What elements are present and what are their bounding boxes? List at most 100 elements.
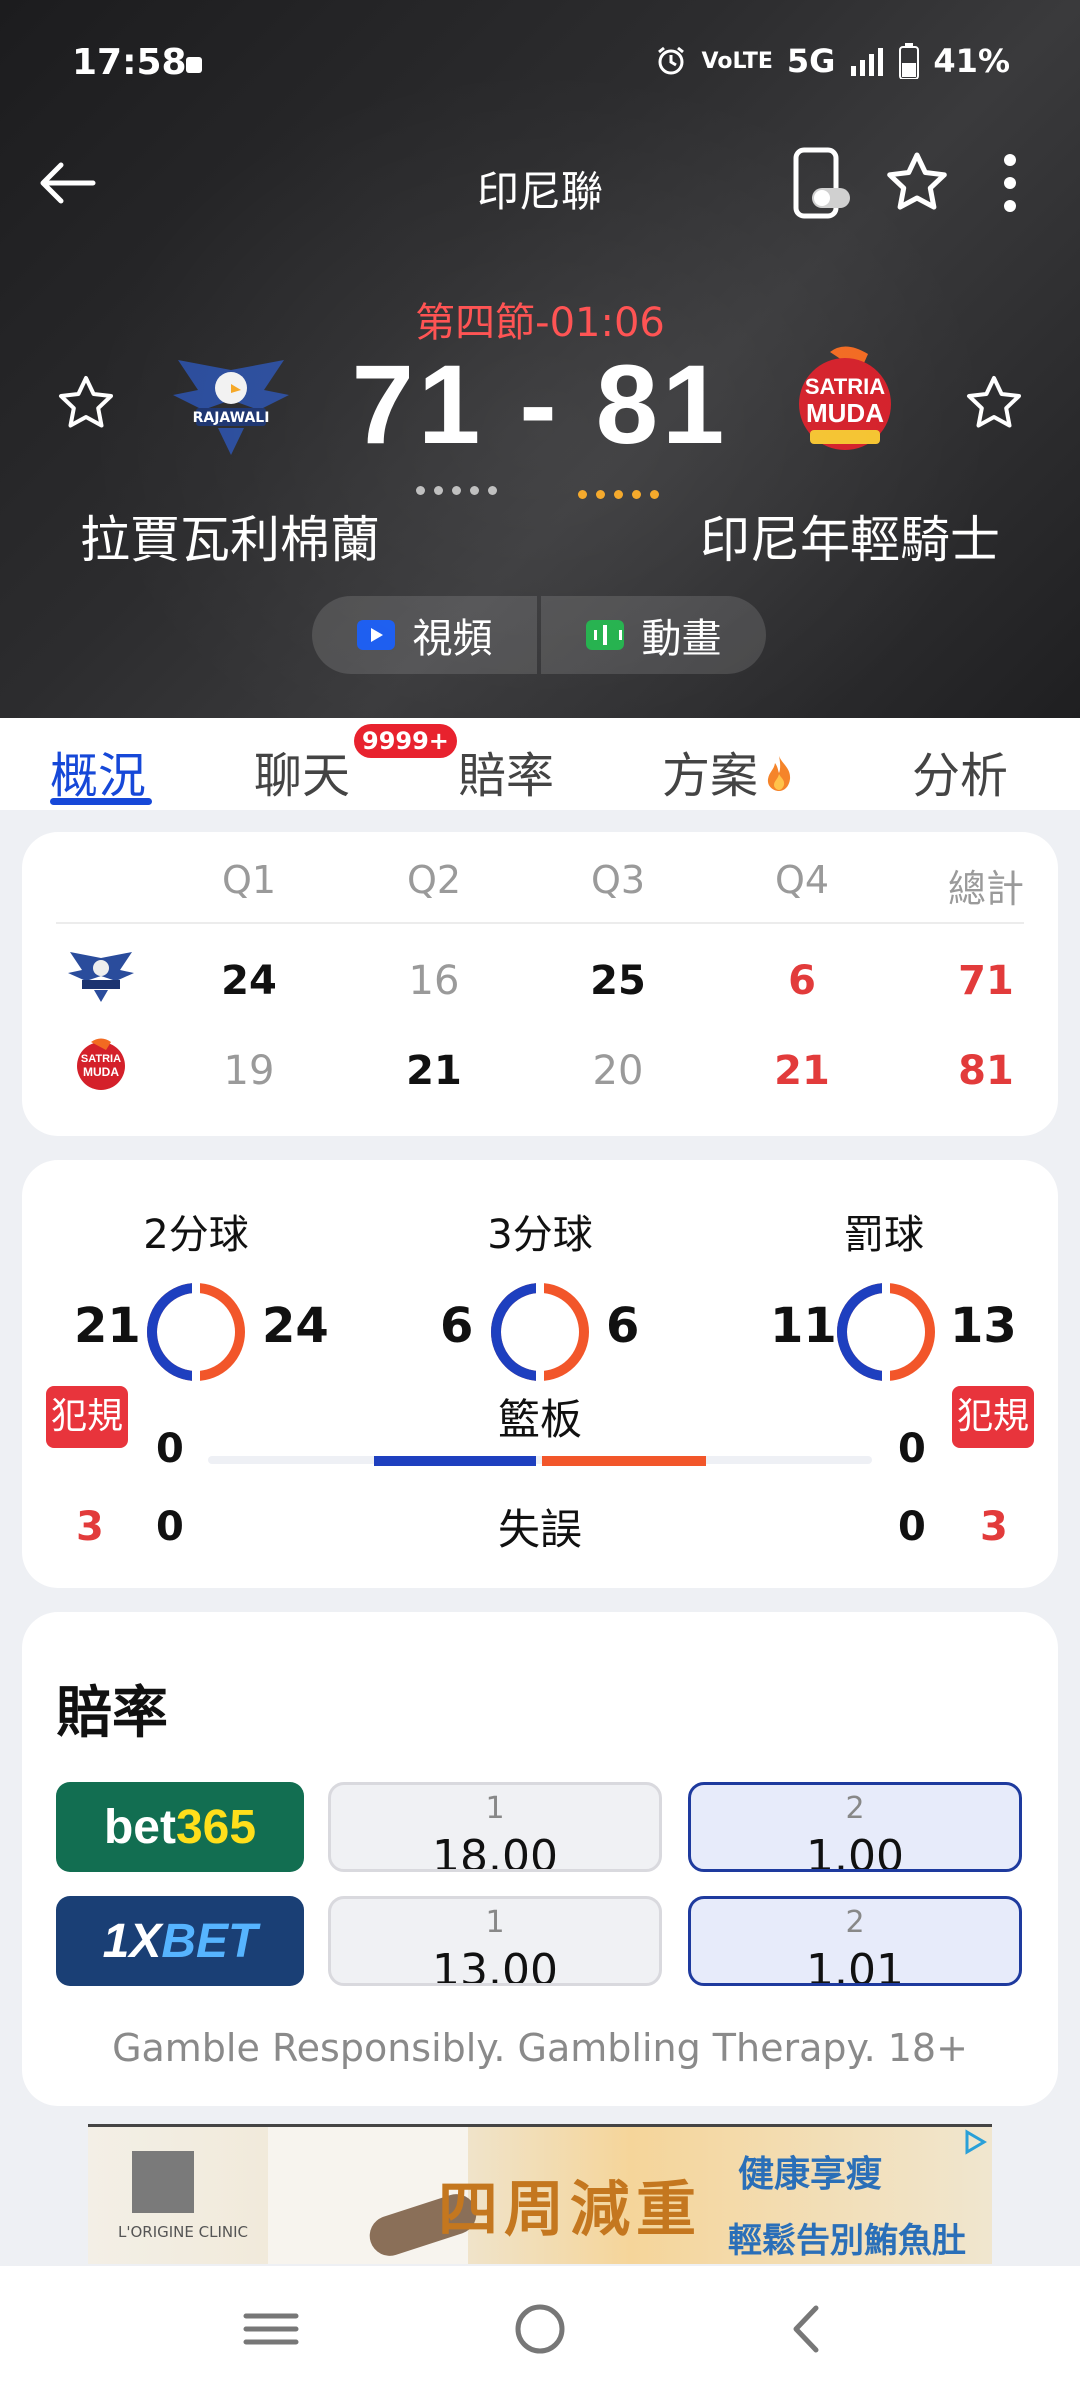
bet365-wordmark: bet365 <box>103 1800 257 1854</box>
home-total: 71 <box>958 958 1014 1004</box>
away-team-star-icon[interactable] <box>964 374 1024 434</box>
away-turnovers: 0 <box>898 1504 926 1550</box>
bet365-away-odds[interactable]: 2 1.00 <box>688 1782 1022 1872</box>
home-q3: 25 <box>590 958 646 1004</box>
media-buttons: 視頻 動畫 <box>312 596 766 674</box>
phone-toggle-icon[interactable] <box>792 146 852 220</box>
free-throw-home: 11 <box>770 1298 837 1354</box>
more-menu-icon[interactable] <box>990 150 1030 216</box>
tab-plans-label: 方案 <box>662 748 759 804</box>
free-throw-ring <box>837 1282 935 1382</box>
odds-value: 13.00 <box>432 1945 558 1986</box>
1xbet-logo[interactable]: 1XBET <box>56 1896 304 1986</box>
header-q2: Q2 <box>406 858 462 902</box>
status-bar: 17:58 VoLTE 5G 41% <box>0 0 1080 130</box>
home-q4: 6 <box>788 958 816 1004</box>
rebound-away-bar <box>542 1456 706 1466</box>
tab-odds[interactable]: 賠率 <box>458 736 554 806</box>
svg-text:RAJAWALI: RAJAWALI <box>193 410 270 426</box>
animation-button[interactable]: 動畫 <box>541 596 766 674</box>
status-time: 17:58 <box>72 42 187 83</box>
1xbet-wordmark: 1XBET <box>102 1914 258 1968</box>
three-point-home: 6 <box>440 1298 474 1354</box>
odds-label: 1 <box>485 1905 505 1940</box>
away-q1: 19 <box>223 1048 275 1094</box>
ad-clinic-name: L'ORIGINE CLINIC <box>118 2223 249 2241</box>
animation-label: 動畫 <box>641 616 722 662</box>
ad-headline: 四周減重 <box>438 2175 702 2245</box>
favorite-star-icon[interactable] <box>884 150 950 216</box>
home-team-name[interactable]: 拉賈瓦利棉蘭 <box>80 500 380 572</box>
scoreboard-divider <box>56 922 1024 924</box>
two-point-label: 2分球 <box>143 1212 249 1258</box>
odds-value: 1.00 <box>806 1831 904 1872</box>
animation-court-icon <box>585 620 624 650</box>
odds-card: 賠率 bet365 1 18.00 2 1.00 1XBET 1 13.00 2… <box>22 1612 1058 2106</box>
fire-icon <box>767 756 791 791</box>
header-q3: Q3 <box>590 858 646 902</box>
network-label: 5G <box>786 42 836 80</box>
home-team-star-icon[interactable] <box>56 374 116 434</box>
1xbet-away-odds[interactable]: 2 1.01 <box>688 1896 1022 1986</box>
away-total: 81 <box>958 1048 1014 1094</box>
home-team-logo: RAJAWALI <box>173 360 289 455</box>
recent-apps-icon[interactable] <box>236 2294 306 2364</box>
home-icon[interactable] <box>505 2294 575 2364</box>
tab-overview[interactable]: 概況 <box>50 736 146 806</box>
tab-analysis[interactable]: 分析 <box>912 736 1008 806</box>
adchoices-icon[interactable] <box>962 2129 988 2155</box>
tab-chat[interactable]: 聊天 <box>254 736 350 806</box>
signal-icon <box>851 48 884 76</box>
three-point-away: 6 <box>606 1298 640 1354</box>
free-throw-away: 13 <box>950 1298 1017 1354</box>
odds-value: 18.00 <box>432 1831 558 1872</box>
active-tab-indicator <box>50 798 152 805</box>
odds-label: 1 <box>485 1791 505 1826</box>
svg-text:MUDA: MUDA <box>806 398 884 428</box>
away-team-logo: SATRIA MUDA <box>799 346 891 450</box>
odds-label: 2 <box>845 1905 865 1940</box>
three-point-ring <box>491 1282 589 1382</box>
home-rebounds: 0 <box>156 1426 184 1472</box>
bet365-logo[interactable]: bet365 <box>56 1782 304 1872</box>
home-q2: 16 <box>408 958 460 1004</box>
two-point-away: 24 <box>262 1298 329 1354</box>
away-team-name[interactable]: 印尼年輕騎士 <box>700 500 1000 572</box>
1xbet-home-odds[interactable]: 1 13.00 <box>328 1896 662 1986</box>
home-pagination-dots <box>416 486 497 495</box>
team-stats-card: 2分球 3分球 罰球 21 24 6 6 11 13 犯規 犯規 籃板 0 0 … <box>22 1160 1058 1588</box>
video-label: 視頻 <box>412 616 493 662</box>
svg-text:MUDA: MUDA <box>83 1065 119 1079</box>
tab-plans[interactable]: 方案 <box>662 736 794 806</box>
status-icons: VoLTE 5G 41% <box>654 42 1010 80</box>
header-q4: Q4 <box>774 858 830 902</box>
header-q1: Q1 <box>221 858 277 902</box>
header-total: 總計 <box>947 867 1024 911</box>
away-mini-logo: SATRIAMUDA <box>77 1038 125 1090</box>
back-nav-icon[interactable] <box>774 2294 844 2364</box>
svg-text:SATRIA: SATRIA <box>81 1053 121 1065</box>
away-rebounds: 0 <box>898 1426 926 1472</box>
away-foul-count: 3 <box>980 1504 1008 1550</box>
tab-bar: 概況 聊天 賠率 方案 分析 <box>0 718 1080 810</box>
rebound-home-bar <box>374 1456 536 1466</box>
top-bar: 印尼聯 <box>0 140 1080 230</box>
two-point-home: 21 <box>74 1298 141 1354</box>
system-nav-bar <box>0 2266 1080 2392</box>
bet365-home-odds[interactable]: 1 18.00 <box>328 1782 662 1872</box>
quarter-score-card: Q1 Q2 Q3 Q4 總計 24 16 25 6 71 SATRIA MUDA … <box>22 832 1058 1136</box>
odds-label: 2 <box>845 1791 865 1826</box>
match-score: 71 - 81 <box>351 342 729 467</box>
volte-label: VoLTE <box>701 48 773 74</box>
chat-count-badge: 9999+ <box>354 724 457 758</box>
away-q3: 20 <box>592 1048 644 1094</box>
battery-icon <box>899 43 920 79</box>
advertisement-banner[interactable]: L'ORIGINE CLINIC 四周減重 健康享瘦 輕鬆告別鮪魚肚 <box>88 2124 992 2264</box>
away-q4: 21 <box>774 1048 830 1094</box>
video-button[interactable]: 視頻 <box>312 596 537 674</box>
clinic-logo <box>132 2151 194 2213</box>
home-q1: 24 <box>221 958 277 1004</box>
gamble-disclaimer[interactable]: Gamble Responsibly. Gambling Therapy. 18… <box>22 2026 1058 2070</box>
video-play-icon <box>356 620 395 650</box>
alarm-icon <box>657 46 684 75</box>
